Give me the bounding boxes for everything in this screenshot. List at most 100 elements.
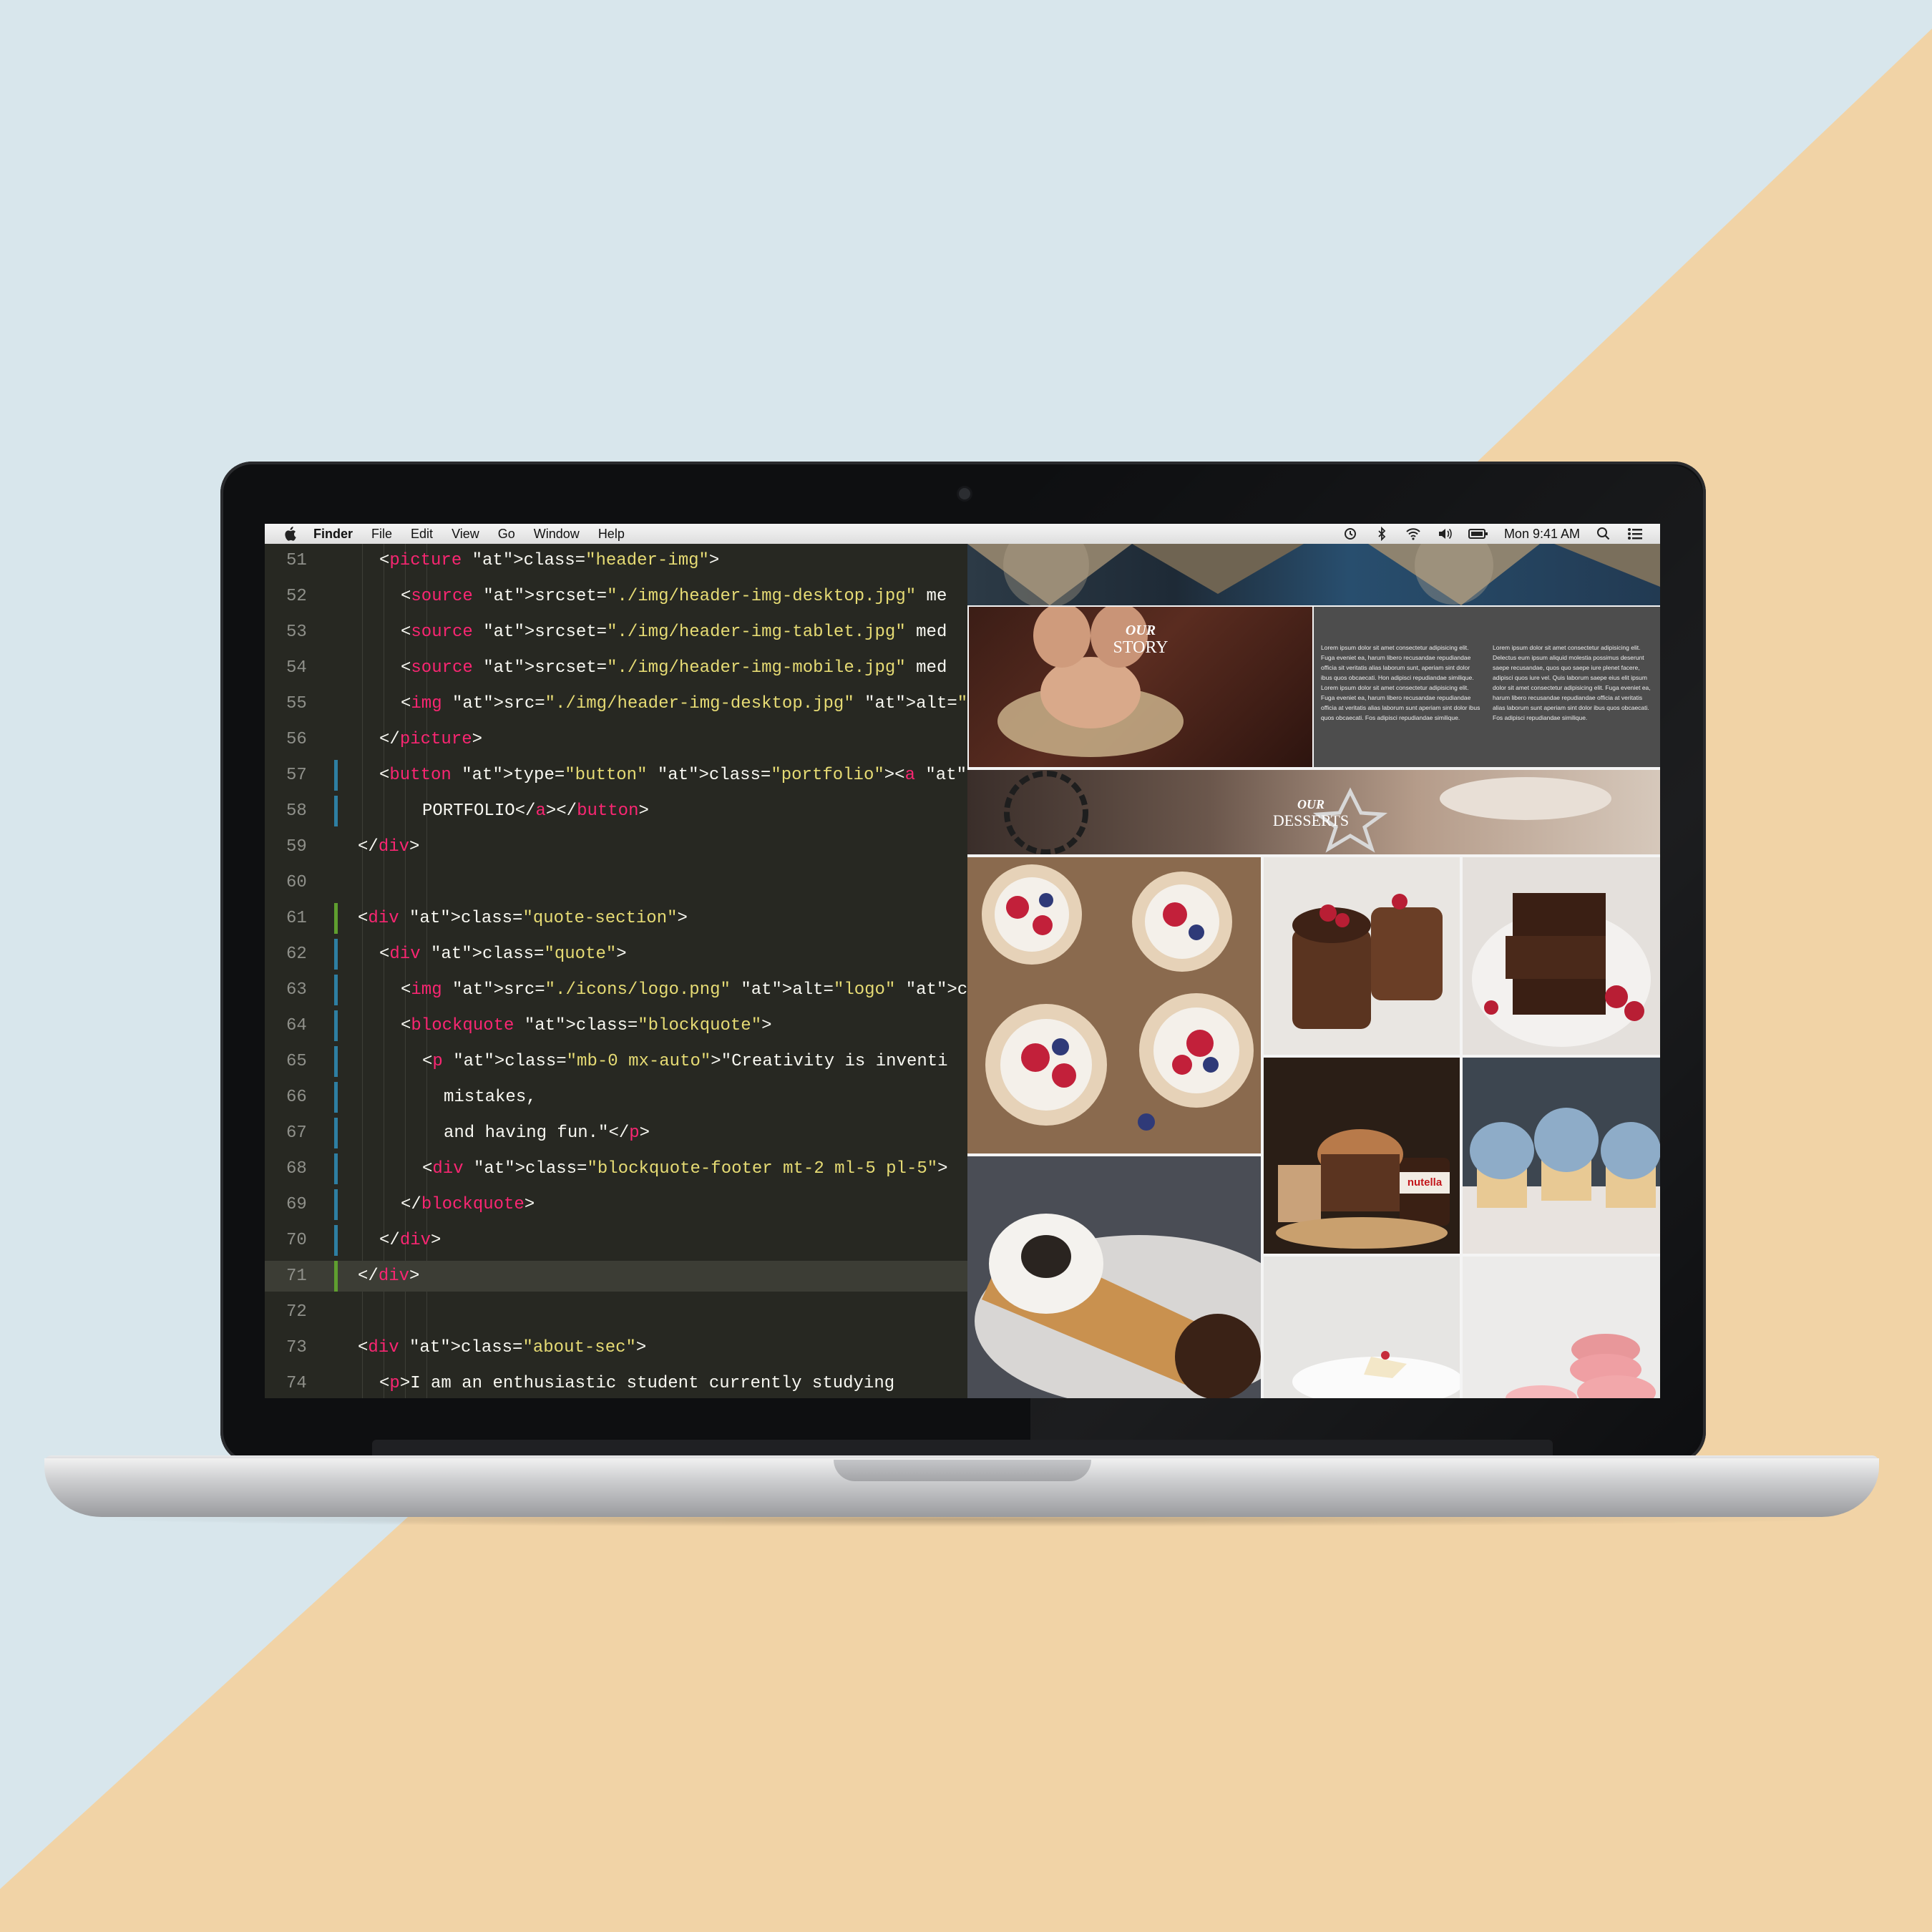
line-number: 60	[286, 873, 307, 892]
volume-icon[interactable]	[1437, 527, 1453, 541]
story-image: OUR STORY	[969, 607, 1312, 767]
line-number: 68	[286, 1159, 307, 1179]
line-number: 69	[286, 1195, 307, 1214]
blue-cupcakes-art	[1463, 1108, 1660, 1254]
desserts-title: DESSERTS	[1272, 811, 1350, 829]
code-line[interactable]: 63 <img "at">src="./icons/logo.png" "at">…	[265, 975, 967, 1005]
code-text: </blockquote>	[401, 1195, 535, 1214]
gallery-blue-cupcakes-image[interactable]	[1463, 1058, 1660, 1254]
code-line[interactable]: 66 mistakes,	[265, 1082, 967, 1113]
gallery-cupcakes-nutella-image[interactable]: nutella	[1264, 1058, 1460, 1254]
line-number: 63	[286, 980, 307, 1000]
code-line[interactable]: 64 <blockquote "at">class="blockquote">	[265, 1010, 967, 1041]
status-area: Mon 9:41 AM	[1342, 527, 1643, 542]
code-text: <img "at">src="./icons/logo.png" "at">al…	[401, 980, 967, 1000]
code-text: <button "at">type="button" "at">class="p…	[379, 766, 967, 785]
code-line[interactable]: 62 <div "at">class="quote">	[265, 939, 967, 970]
menu-app-name[interactable]: Finder	[313, 527, 353, 542]
code-line[interactable]: 71 </div>	[265, 1261, 967, 1292]
line-number: 72	[286, 1302, 307, 1322]
line-number: 73	[286, 1338, 307, 1357]
code-line[interactable]: 61 <div "at">class="quote-section">	[265, 903, 967, 934]
git-change-marker	[334, 760, 338, 791]
code-line[interactable]: 52 <source "at">srcset="./img/header-img-…	[265, 581, 967, 612]
code-text: and having fun."</p>	[444, 1123, 650, 1143]
code-text: </div>	[358, 1267, 420, 1286]
code-line[interactable]: 57 <button "at">type="button" "at">class=…	[265, 760, 967, 791]
git-change-marker	[334, 1153, 338, 1184]
code-text: </div>	[379, 1231, 441, 1250]
search-icon[interactable]	[1596, 527, 1611, 541]
notification-list-icon[interactable]	[1627, 527, 1643, 541]
code-line[interactable]: 53 <source "at">srcset="./img/header-img-…	[265, 617, 967, 648]
code-line[interactable]: 73 <div "at">class="about-sec">	[265, 1332, 967, 1363]
gallery-chocolate-mousse-image[interactable]	[1264, 857, 1460, 1055]
line-number: 62	[286, 945, 307, 964]
line-number: 51	[286, 551, 307, 570]
code-line[interactable]: 67 and having fun."</p>	[265, 1118, 967, 1148]
code-text: <div "at">class="about-sec">	[358, 1338, 647, 1357]
git-change-marker	[334, 1046, 338, 1077]
bluetooth-icon[interactable]	[1374, 527, 1390, 541]
code-text: <source "at">srcset="./img/header-img-ta…	[401, 623, 947, 642]
code-line[interactable]: 60	[265, 867, 967, 898]
menu-edit[interactable]: Edit	[411, 527, 433, 542]
line-number: 53	[286, 623, 307, 642]
line-number: 70	[286, 1231, 307, 1250]
code-editor[interactable]: 51 <picture "at">class="header-img"> 52 <so…	[265, 544, 967, 1398]
code-text: <picture "at">class="header-img">	[379, 551, 720, 570]
line-number: 56	[286, 730, 307, 749]
code-line[interactable]: 59 </div>	[265, 831, 967, 862]
code-line[interactable]: 56 </picture>	[265, 724, 967, 755]
code-text: mistakes,	[444, 1088, 537, 1107]
code-line[interactable]: 51 <picture "at">class="header-img">	[265, 545, 967, 576]
gallery-cheesecake-image[interactable]	[1264, 1257, 1460, 1398]
code-text: </div>	[358, 837, 420, 857]
wifi-icon[interactable]	[1405, 527, 1421, 541]
code-line[interactable]: 69 </blockquote>	[265, 1189, 967, 1220]
apple-icon[interactable]	[283, 527, 296, 541]
time-machine-icon[interactable]	[1342, 527, 1358, 541]
gallery-cream-horn-image[interactable]	[967, 1156, 1261, 1398]
website-preview[interactable]: OUR STORY Lorem ipsum dolor sit amet con…	[967, 544, 1660, 1398]
brownies-art	[1472, 893, 1651, 1047]
gallery-brownies-image[interactable]	[1463, 857, 1660, 1055]
laptop-opening-notch	[834, 1460, 1091, 1481]
menu-file[interactable]: File	[371, 527, 392, 542]
story-text-panel: Lorem ipsum dolor sit amet consectetur a…	[1314, 607, 1660, 767]
git-change-marker	[334, 1082, 338, 1113]
code-text: <p>I am an enthusiastic student currentl…	[379, 1374, 895, 1393]
line-number: 58	[286, 801, 307, 821]
story-text-col-1: Lorem ipsum dolor sit amet consectetur a…	[1321, 644, 1480, 721]
lid-bottom-bezel	[372, 1440, 1553, 1455]
code-text: <source "at">srcset="./img/header-img-de…	[401, 587, 947, 606]
code-line[interactable]: 58 PORTFOLIO</a></button>	[265, 796, 967, 826]
code-text: <source "at">srcset="./img/header-img-mo…	[401, 658, 947, 678]
tarts-art	[982, 864, 1254, 1131]
bread-texture	[967, 544, 1660, 605]
menu-window[interactable]: Window	[534, 527, 580, 542]
code-line[interactable]: 74 <p>I am an enthusiastic student curren…	[265, 1368, 967, 1398]
code-text: <div "at">class="quote">	[379, 945, 627, 964]
menu-clock[interactable]: Mon 9:41 AM	[1504, 527, 1580, 542]
battery-icon[interactable]	[1468, 527, 1488, 541]
menu-help[interactable]: Help	[598, 527, 625, 542]
story-text-col-2: Lorem ipsum dolor sit amet consectetur a…	[1493, 644, 1651, 721]
code-line[interactable]: 68 <div "at">class="blockquote-footer mt-…	[265, 1153, 967, 1184]
line-number: 59	[286, 837, 307, 857]
desserts-script: OUR	[1297, 797, 1324, 811]
code-line[interactable]: 65 <p "at">class="mb-0 mx-auto">"Creativi…	[265, 1046, 967, 1077]
git-change-marker	[334, 903, 338, 934]
code-line[interactable]: 70 </div>	[265, 1225, 967, 1256]
menu-go[interactable]: Go	[498, 527, 515, 542]
nutella-jar-label: nutella	[1407, 1176, 1443, 1189]
code-line[interactable]: 54 <source "at">srcset="./img/header-img-…	[265, 653, 967, 683]
story-title: STORY	[1113, 638, 1169, 657]
code-line[interactable]: 55 <img "at">src="./img/header-img-deskto…	[265, 688, 967, 719]
code-text: </picture>	[379, 730, 483, 749]
gallery-tarts-image[interactable]	[967, 857, 1261, 1153]
menu-view[interactable]: View	[452, 527, 479, 542]
line-number: 52	[286, 587, 307, 606]
gallery-macarons-image[interactable]	[1463, 1257, 1660, 1398]
code-line[interactable]: 72	[265, 1297, 967, 1327]
